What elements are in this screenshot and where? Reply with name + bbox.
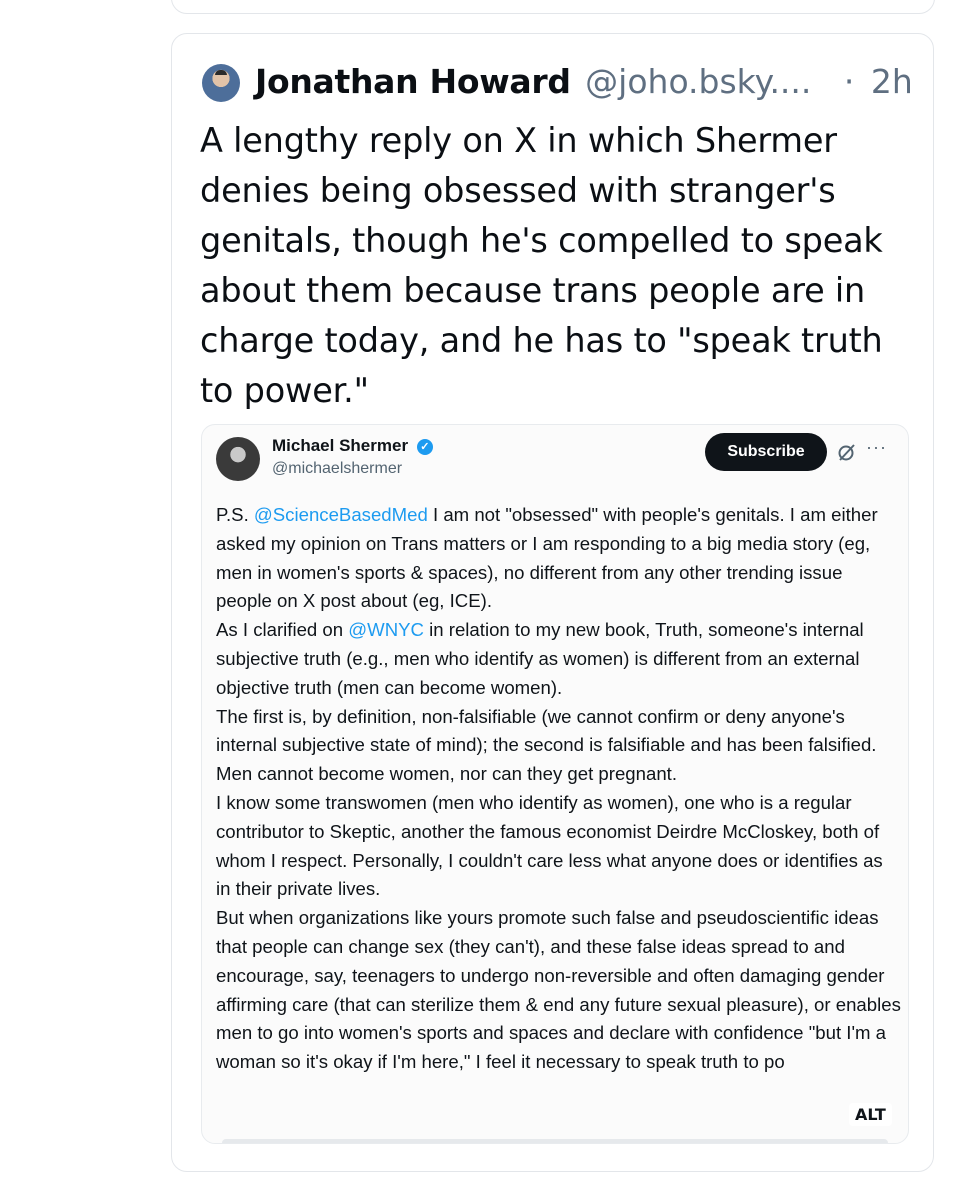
mention-link: @ScienceBasedMed [253, 504, 428, 525]
embed-paragraph: The first is, by definition, non-falsifi… [216, 705, 877, 785]
embed-author-name: Michael Shermer [272, 436, 409, 455]
verified-badge-icon: ✓ [416, 439, 433, 455]
alt-badge[interactable]: ALT [849, 1103, 892, 1126]
subscribe-button: Subscribe [705, 433, 827, 471]
more-icon: ··· [866, 437, 887, 457]
embed-author: Michael Shermer ✓ [272, 436, 433, 456]
embedded-screenshot-image[interactable]: Michael Shermer ✓ @michaelshermer Subscr… [201, 424, 909, 1144]
author-handle[interactable]: @joho.bsky.... [585, 62, 811, 101]
separator-dot: · [843, 62, 855, 101]
author-avatar[interactable] [202, 64, 240, 102]
embed-handle: @michaelshermer [272, 460, 403, 477]
embed-avatar [216, 437, 260, 481]
previous-post-card[interactable] [171, 0, 935, 14]
author-name[interactable]: Jonathan Howard [255, 62, 571, 101]
embed-paragraph: I know some transwomen (men who identify… [216, 791, 883, 900]
post-header: Jonathan Howard @joho.bsky.... · 2h [255, 62, 913, 102]
embed-body: P.S. @ScienceBasedMed I am not "obsessed… [216, 501, 902, 1077]
embed-paragraph: As I clarified on @WNYC in relation to m… [216, 619, 864, 698]
embed-paragraph: But when organizations like yours promot… [216, 907, 901, 1073]
grok-icon [838, 444, 855, 461]
post-text: A lengthy reply on X in which Shermer de… [200, 121, 883, 410]
post-card[interactable]: Jonathan Howard @joho.bsky.... · 2h A le… [171, 33, 934, 1172]
embed-bottom-bar [222, 1139, 888, 1143]
mention-link: @WNYC [348, 619, 424, 641]
embed-paragraph: P.S. @ScienceBasedMed I am not "obsessed… [216, 504, 878, 612]
post-timestamp[interactable]: 2h [871, 62, 913, 101]
